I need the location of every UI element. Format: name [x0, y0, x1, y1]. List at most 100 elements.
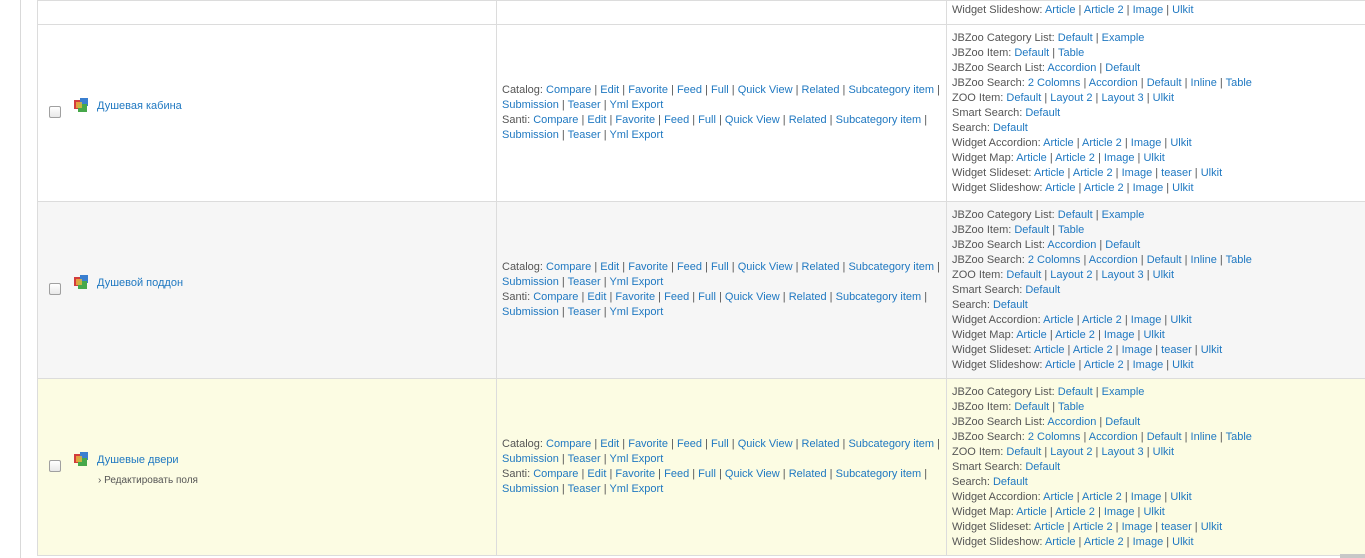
module-link[interactable]: Ulkit	[1143, 329, 1164, 341]
module-link[interactable]: Image	[1104, 506, 1135, 518]
layout-link[interactable]: Submission	[502, 453, 559, 465]
module-link[interactable]: Ulkit	[1143, 506, 1164, 518]
layout-link[interactable]: Subcategory item	[836, 468, 922, 480]
layout-link[interactable]: Related	[789, 114, 827, 126]
module-link[interactable]: Article	[1016, 152, 1047, 164]
layout-link[interactable]: Yml Export	[609, 453, 663, 465]
module-link[interactable]: Article	[1045, 359, 1076, 371]
layout-link[interactable]: Compare	[546, 438, 591, 450]
module-link[interactable]: Example	[1102, 209, 1145, 221]
module-link[interactable]: Table	[1058, 47, 1084, 59]
layout-link[interactable]: Submission	[502, 306, 559, 318]
module-link[interactable]: Image	[1133, 359, 1164, 371]
layout-link[interactable]: Related	[802, 261, 840, 273]
module-link[interactable]: Article	[1034, 344, 1065, 356]
module-link[interactable]: Article 2	[1084, 4, 1124, 16]
layout-link[interactable]: Favorite	[615, 291, 655, 303]
module-link[interactable]: Image	[1133, 4, 1164, 16]
module-link[interactable]: Layout 2	[1050, 92, 1092, 104]
module-link[interactable]: Default	[1006, 92, 1041, 104]
layout-link[interactable]: Teaser	[568, 306, 601, 318]
layout-link[interactable]: Quick View	[738, 261, 793, 273]
item-type-title-link[interactable]: Душевая кабина	[97, 100, 182, 112]
module-link[interactable]: Image	[1131, 137, 1162, 149]
module-link[interactable]: Article 2	[1082, 137, 1122, 149]
layout-link[interactable]: Favorite	[615, 468, 655, 480]
module-link[interactable]: Default	[1006, 269, 1041, 281]
item-type-title-link[interactable]: Душевые двери	[97, 454, 179, 466]
layout-link[interactable]: Teaser	[568, 129, 601, 141]
layout-link[interactable]: Submission	[502, 276, 559, 288]
layout-link[interactable]: Full	[698, 468, 716, 480]
module-link[interactable]: Image	[1133, 182, 1164, 194]
row-checkbox[interactable]	[49, 283, 61, 295]
layout-link[interactable]: Feed	[664, 468, 689, 480]
module-link[interactable]: Ulkit	[1201, 167, 1222, 179]
module-link[interactable]: Article	[1034, 521, 1065, 533]
module-link[interactable]: teaser	[1161, 167, 1192, 179]
module-link[interactable]: Article 2	[1084, 536, 1124, 548]
module-link[interactable]: Inline	[1191, 77, 1217, 89]
module-link[interactable]: Image	[1131, 491, 1162, 503]
module-link[interactable]: Article 2	[1084, 359, 1124, 371]
row-checkbox[interactable]	[49, 460, 61, 472]
module-link[interactable]: Default	[1105, 239, 1140, 251]
layout-link[interactable]: Edit	[600, 438, 619, 450]
layout-link[interactable]: Yml Export	[609, 129, 663, 141]
module-link[interactable]: Article 2	[1082, 314, 1122, 326]
module-link[interactable]: Default	[1025, 107, 1060, 119]
layout-link[interactable]: Related	[802, 438, 840, 450]
module-link[interactable]: Default	[1105, 416, 1140, 428]
module-link[interactable]: 2 Colomns	[1028, 431, 1081, 443]
row-checkbox[interactable]	[49, 106, 61, 118]
layout-link[interactable]: Feed	[664, 291, 689, 303]
module-link[interactable]: Default	[1025, 284, 1060, 296]
layout-link[interactable]: Full	[698, 291, 716, 303]
layout-link[interactable]: Full	[698, 114, 716, 126]
module-link[interactable]: Layout 2	[1050, 269, 1092, 281]
layout-link[interactable]: Related	[789, 291, 827, 303]
module-link[interactable]: Ulkit	[1201, 521, 1222, 533]
module-link[interactable]: Ulkit	[1153, 269, 1174, 281]
edit-fields-link[interactable]: › Редактировать поля	[98, 475, 198, 486]
module-link[interactable]: Default	[993, 122, 1028, 134]
module-link[interactable]: Article	[1043, 137, 1074, 149]
layout-link[interactable]: Teaser	[568, 276, 601, 288]
module-link[interactable]: Example	[1102, 386, 1145, 398]
module-link[interactable]: 2 Colomns	[1028, 77, 1081, 89]
horizontal-scrollbar-thumb[interactable]	[1340, 554, 1365, 558]
module-link[interactable]: Article 2	[1084, 182, 1124, 194]
module-link[interactable]: Default	[1014, 401, 1049, 413]
module-link[interactable]: Image	[1122, 521, 1153, 533]
module-link[interactable]: Ulkit	[1170, 491, 1191, 503]
module-link[interactable]: Article	[1016, 506, 1047, 518]
layout-link[interactable]: Quick View	[725, 291, 780, 303]
layout-link[interactable]: Submission	[502, 99, 559, 111]
layout-link[interactable]: Edit	[600, 84, 619, 96]
layout-link[interactable]: Related	[802, 84, 840, 96]
module-link[interactable]: Article 2	[1073, 344, 1113, 356]
layout-link[interactable]: Compare	[533, 468, 578, 480]
module-link[interactable]: Layout 3	[1101, 269, 1143, 281]
layout-link[interactable]: Favorite	[615, 114, 655, 126]
module-link[interactable]: Table	[1226, 77, 1252, 89]
layout-link[interactable]: Subcategory item	[836, 114, 922, 126]
module-link[interactable]: Accordion	[1047, 239, 1096, 251]
module-link[interactable]: Article 2	[1073, 521, 1113, 533]
module-link[interactable]: Ulkit	[1172, 359, 1193, 371]
layout-link[interactable]: Compare	[546, 84, 591, 96]
module-link[interactable]: Article 2	[1055, 329, 1095, 341]
module-link[interactable]: Layout 3	[1101, 446, 1143, 458]
module-link[interactable]: Image	[1122, 167, 1153, 179]
layout-link[interactable]: Favorite	[628, 261, 668, 273]
layout-link[interactable]: Quick View	[738, 84, 793, 96]
module-link[interactable]: Article	[1016, 329, 1047, 341]
module-link[interactable]: Inline	[1191, 431, 1217, 443]
layout-link[interactable]: Feed	[677, 261, 702, 273]
layout-link[interactable]: Full	[711, 261, 729, 273]
module-link[interactable]: Article	[1045, 536, 1076, 548]
module-link[interactable]: Table	[1058, 401, 1084, 413]
module-link[interactable]: Ulkit	[1143, 152, 1164, 164]
layout-link[interactable]: Favorite	[628, 438, 668, 450]
layout-link[interactable]: Edit	[587, 114, 606, 126]
